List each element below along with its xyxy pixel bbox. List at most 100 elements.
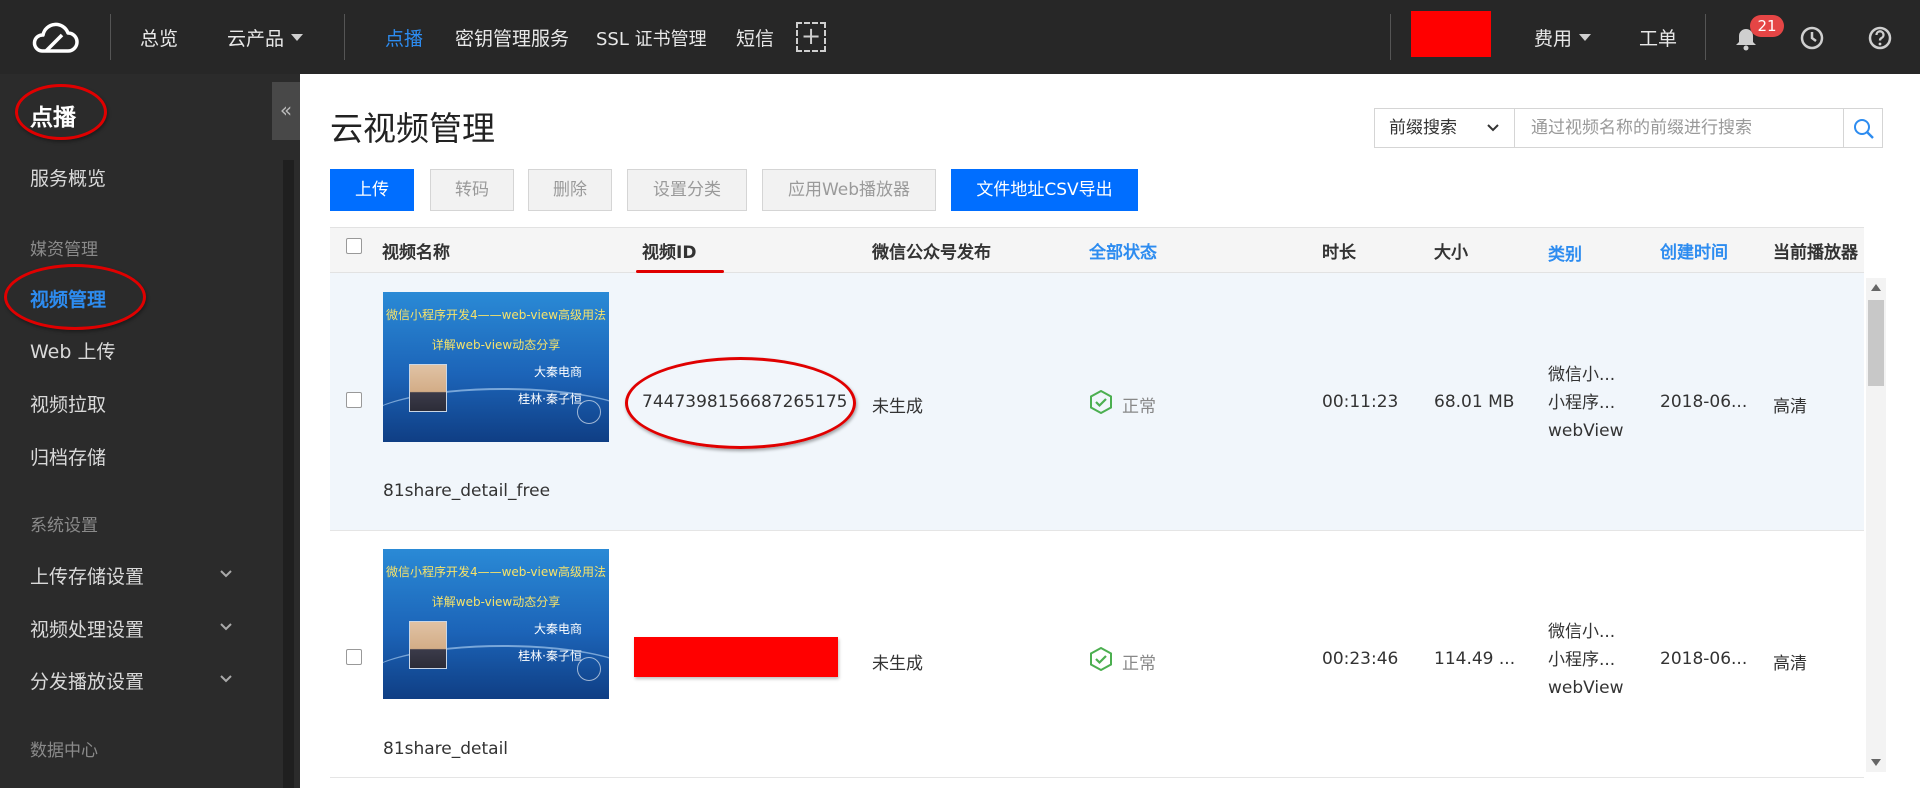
video-status: 正常: [1122, 397, 1156, 417]
chevron-down-icon: [220, 570, 232, 578]
scroll-up-arrow[interactable]: [1871, 284, 1881, 291]
sidebar-item-service-overview[interactable]: 服务概览: [30, 164, 106, 191]
column-header-player: 当前播放器: [1773, 243, 1858, 263]
video-thumbnail[interactable]: 微信小程序开发4——web-view高级用法 详解web-view动态分享 大秦…: [383, 292, 609, 442]
video-category: webView: [1548, 678, 1624, 698]
nav-cloud-products-label: 云产品: [227, 28, 285, 50]
sidebar-item-video-pull[interactable]: 视频拉取: [30, 390, 106, 417]
top-navigation-bar: 总览 云产品 点播 密钥管理服务 SSL 证书管理 短信 + 费用 工单 21: [0, 0, 1920, 74]
chevron-down-icon: [1579, 34, 1592, 41]
presenter-photo: [409, 364, 447, 412]
page-title: 云视频管理: [330, 109, 495, 148]
thumbnail-subtitle: 详解web-view动态分享: [431, 338, 561, 352]
column-header-created-sort[interactable]: 创建时间: [1660, 238, 1728, 263]
help-icon[interactable]: [1867, 25, 1893, 51]
wechat-publish-status: 未生成: [872, 397, 923, 417]
table-row[interactable]: 微信小程序开发4——web-view高级用法 详解web-view动态分享 大秦…: [330, 532, 1864, 778]
clock-icon[interactable]: [1799, 25, 1825, 51]
nav-divider: [1390, 14, 1391, 60]
video-category: webView: [1548, 421, 1624, 441]
nav-divider: [344, 14, 345, 60]
search-button[interactable]: [1843, 108, 1883, 148]
search-icon: [1854, 119, 1874, 139]
select-all-checkbox[interactable]: [346, 238, 362, 254]
column-header-category-filter[interactable]: 类别: [1548, 240, 1582, 265]
nav-cloud-products[interactable]: 云产品: [227, 24, 304, 51]
nav-billing[interactable]: 费用: [1534, 24, 1592, 51]
column-header-size: 大小: [1434, 243, 1468, 263]
nav-ssl[interactable]: SSL 证书管理: [596, 25, 707, 51]
search-input[interactable]: [1514, 108, 1844, 148]
video-file-name[interactable]: 81share_detail: [383, 739, 508, 759]
nav-vod[interactable]: 点播: [385, 24, 423, 51]
video-created-time: 2018-06...: [1660, 392, 1748, 412]
video-category: 微信小...: [1548, 365, 1616, 385]
scroll-thumb[interactable]: [1868, 300, 1884, 386]
table-scrollbar[interactable]: [1866, 278, 1886, 772]
scroll-down-arrow[interactable]: [1871, 759, 1881, 766]
sidebar-item-upload-storage[interactable]: 上传存储设置: [30, 562, 144, 589]
video-category: 小程序...: [1548, 393, 1616, 413]
video-id: 7447398156687265175: [642, 392, 848, 412]
nav-kms[interactable]: 密钥管理服务: [455, 24, 569, 51]
add-shortcut-button[interactable]: +: [796, 22, 826, 52]
seal-icon: [577, 657, 601, 681]
sidebar-item-archive[interactable]: 归档存储: [30, 443, 106, 470]
video-thumbnail[interactable]: 微信小程序开发4——web-view高级用法 详解web-view动态分享 大秦…: [383, 549, 609, 699]
thumbnail-brand: 大秦电商: [533, 622, 582, 636]
cloud-logo-icon[interactable]: [28, 17, 80, 57]
nav-ticket[interactable]: 工单: [1639, 24, 1677, 51]
search-mode-label: 前缀搜索: [1389, 118, 1457, 138]
seal-icon: [577, 400, 601, 424]
sidebar-item-distribution[interactable]: 分发播放设置: [30, 667, 144, 694]
video-size: 114.49 ...: [1434, 649, 1516, 669]
chevron-down-icon: [220, 675, 232, 683]
chevron-down-icon: [1487, 124, 1499, 132]
redacted-video-id: [634, 637, 838, 677]
apply-web-player-button[interactable]: 应用Web播放器: [762, 169, 936, 211]
video-category-list: 微信小... 小程序... webView: [1548, 361, 1624, 445]
sidebar-item-video-manage[interactable]: 视频管理: [30, 285, 106, 312]
thumbnail-author: 桂林·秦子恒: [518, 392, 582, 406]
sidebar-group-media: 媒资管理: [30, 240, 98, 260]
nav-sms[interactable]: 短信: [736, 24, 774, 51]
notification-badge: 21: [1750, 15, 1784, 37]
column-header-name: 视频名称: [382, 243, 450, 263]
nav-divider: [110, 14, 111, 60]
sidebar-item-video-processing[interactable]: 视频处理设置: [30, 615, 144, 642]
column-header-status-filter[interactable]: 全部状态: [1089, 238, 1157, 263]
set-category-button[interactable]: 设置分类: [627, 169, 747, 211]
presenter-photo: [409, 621, 447, 669]
row-checkbox[interactable]: [346, 392, 362, 408]
upload-button[interactable]: 上传: [330, 169, 414, 211]
nav-billing-label: 费用: [1534, 28, 1573, 50]
current-player: 高清: [1773, 654, 1807, 674]
video-duration: 00:11:23: [1322, 392, 1399, 412]
thumbnail-title: 微信小程序开发4——web-view高级用法: [385, 308, 607, 322]
table-row[interactable]: 微信小程序开发4——web-view高级用法 详解web-view动态分享 大秦…: [330, 273, 1864, 531]
sidebar-item-web-upload[interactable]: Web 上传: [30, 337, 115, 364]
current-player: 高清: [1773, 397, 1807, 417]
search-mode-select[interactable]: 前缀搜索: [1374, 108, 1515, 148]
wechat-publish-status: 未生成: [872, 654, 923, 674]
export-csv-button[interactable]: 文件地址CSV导出: [951, 169, 1138, 211]
nav-divider: [1705, 14, 1706, 60]
sidebar-title: 点播: [30, 105, 76, 131]
thumbnail-subtitle: 详解web-view动态分享: [431, 595, 561, 609]
row-checkbox[interactable]: [346, 649, 362, 665]
collapse-icon[interactable]: «: [272, 82, 300, 140]
table-header: 视频名称 视频ID 微信公众号发布 全部状态 时长 大小 类别 创建时间 当前播…: [330, 227, 1864, 273]
redacted-user-name[interactable]: [1411, 11, 1491, 57]
column-header-video-id: 视频ID: [642, 243, 697, 263]
sidebar: 点播 服务概览 媒资管理 视频管理 Web 上传 视频拉取 归档存储 系统设置 …: [0, 74, 300, 788]
delete-button[interactable]: 删除: [528, 169, 612, 211]
chevron-down-icon: [291, 34, 304, 41]
video-file-name[interactable]: 81share_detail_free: [383, 481, 550, 501]
video-category: 微信小...: [1548, 622, 1616, 642]
thumbnail-title: 微信小程序开发4——web-view高级用法: [385, 565, 607, 579]
nav-overview[interactable]: 总览: [140, 24, 178, 51]
thumbnail-author: 桂林·秦子恒: [518, 649, 582, 663]
transcode-button[interactable]: 转码: [430, 169, 514, 211]
sidebar-scrollbar[interactable]: [283, 160, 294, 788]
check-shield-icon: [1090, 390, 1112, 414]
